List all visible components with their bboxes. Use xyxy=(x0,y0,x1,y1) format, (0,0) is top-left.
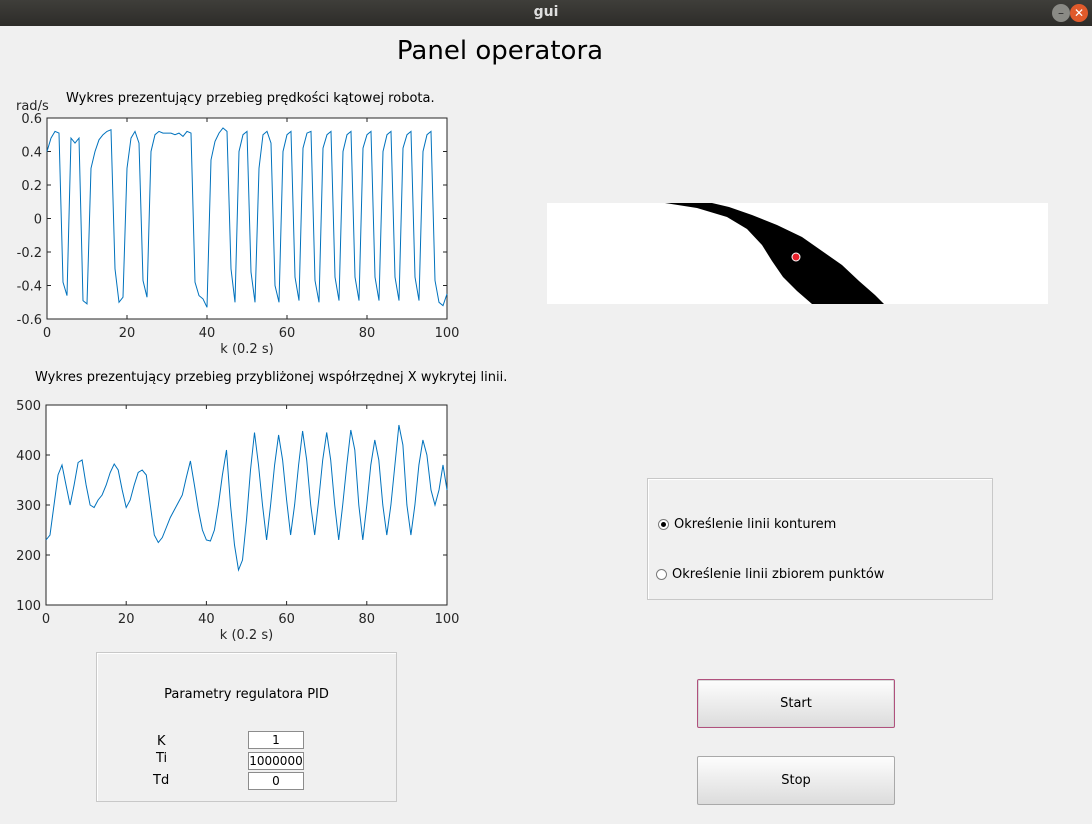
radio-contour[interactable]: Określenie linii konturem xyxy=(658,517,836,532)
radio-points[interactable]: Określenie linii zbiorem punktów xyxy=(656,567,884,582)
chart-angular-velocity-xtick-label: 60 xyxy=(279,326,296,341)
page-title: Panel operatora xyxy=(396,36,604,66)
chart-angular-velocity-ytick-label: 0.6 xyxy=(21,112,42,127)
pid-k-input[interactable] xyxy=(248,731,304,749)
chart-line-x-title: Wykres prezentujący przebieg przybliżone… xyxy=(35,370,508,385)
chart-angular-velocity-xtick-label: 80 xyxy=(359,326,376,341)
chart-angular-velocity-xtick-label: 0 xyxy=(43,326,51,341)
radio-points-label: Określenie linii zbiorem punktów xyxy=(672,567,885,582)
pid-td-input[interactable] xyxy=(248,772,304,790)
chart-line-x-xlabel: k (0.2 s) xyxy=(220,628,273,643)
chart-angular-velocity-xtick-label: 100 xyxy=(435,326,460,341)
chart-line-x-xtick-label: 80 xyxy=(359,612,376,627)
chart-line-x-xtick-label: 20 xyxy=(118,612,135,627)
chart-line-x-xtick-label: 40 xyxy=(198,612,215,627)
pid-parameters-panel: Parametry regulatora PID K Ti Td xyxy=(96,652,397,802)
chart-line-x-xtick-label: 100 xyxy=(435,612,460,627)
pid-ti-input[interactable] xyxy=(248,752,304,770)
minimize-icon: – xyxy=(1058,6,1064,20)
window-titlebar: gui – ✕ xyxy=(0,0,1092,26)
radio-points-indicator[interactable] xyxy=(656,569,667,580)
chart-line-x: 0 20 40 60 80 100 500 400 300 200 100 k (0.2 s) xyxy=(16,399,460,643)
radio-contour-indicator[interactable] xyxy=(658,519,669,530)
close-icon: ✕ xyxy=(1073,6,1085,20)
close-button[interactable]: ✕ xyxy=(1070,4,1088,22)
pid-title: Parametry regulatora PID xyxy=(164,687,329,702)
chart-angular-velocity-ytick-label: -0.2 xyxy=(17,246,42,261)
chart-angular-velocity-xlabel: k (0.2 s) xyxy=(220,342,273,357)
chart-angular-velocity-ylabel: rad/s xyxy=(16,99,49,114)
chart-line-x-xtick-label: 0 xyxy=(42,612,50,627)
chart-line-x-axes-box xyxy=(45,404,448,606)
chart-line-x-ytick-label: 200 xyxy=(16,549,41,564)
camera-view xyxy=(547,203,1048,304)
pid-ti-label: Ti xyxy=(156,751,168,766)
chart-line-x-ytick-label: 100 xyxy=(16,599,41,614)
chart-angular-velocity-xtick-label: 20 xyxy=(119,326,136,341)
line-detection-mode-group: Określenie linii konturem Określenie lin… xyxy=(647,478,993,600)
pid-k-label: K xyxy=(157,734,166,749)
chart-angular-velocity-ytick-label: -0.6 xyxy=(17,313,42,328)
centroid-marker xyxy=(791,252,801,262)
chart-angular-velocity-ytick-label: 0 xyxy=(34,213,42,228)
chart-angular-velocity-xtick-label: 40 xyxy=(199,326,216,341)
chart-angular-velocity-ytick-label: -0.4 xyxy=(17,280,42,295)
chart-line-x-ytick-label: 400 xyxy=(16,449,41,464)
chart-angular-velocity-ytick-label: 0.4 xyxy=(21,146,42,161)
radio-contour-label: Określenie linii konturem xyxy=(674,517,837,532)
pid-td-label: Td xyxy=(153,773,170,788)
chart-line-x-ytick-label: 300 xyxy=(16,499,41,514)
chart-angular-velocity-ytick-label: 0.2 xyxy=(21,179,42,194)
stop-button[interactable]: Stop xyxy=(697,756,895,805)
chart-line-x-ytick-label: 500 xyxy=(16,399,41,414)
minimize-button[interactable]: – xyxy=(1052,4,1070,22)
window-title: gui xyxy=(533,4,559,20)
chart-line-x-xtick-label: 60 xyxy=(278,612,295,627)
chart-angular-velocity: 0 20 40 60 80 100 0.6 0.4 0.2 0 -0.2 -0.4 -0.6 k (0.2… xyxy=(16,99,460,357)
start-button[interactable]: Start xyxy=(697,679,895,728)
